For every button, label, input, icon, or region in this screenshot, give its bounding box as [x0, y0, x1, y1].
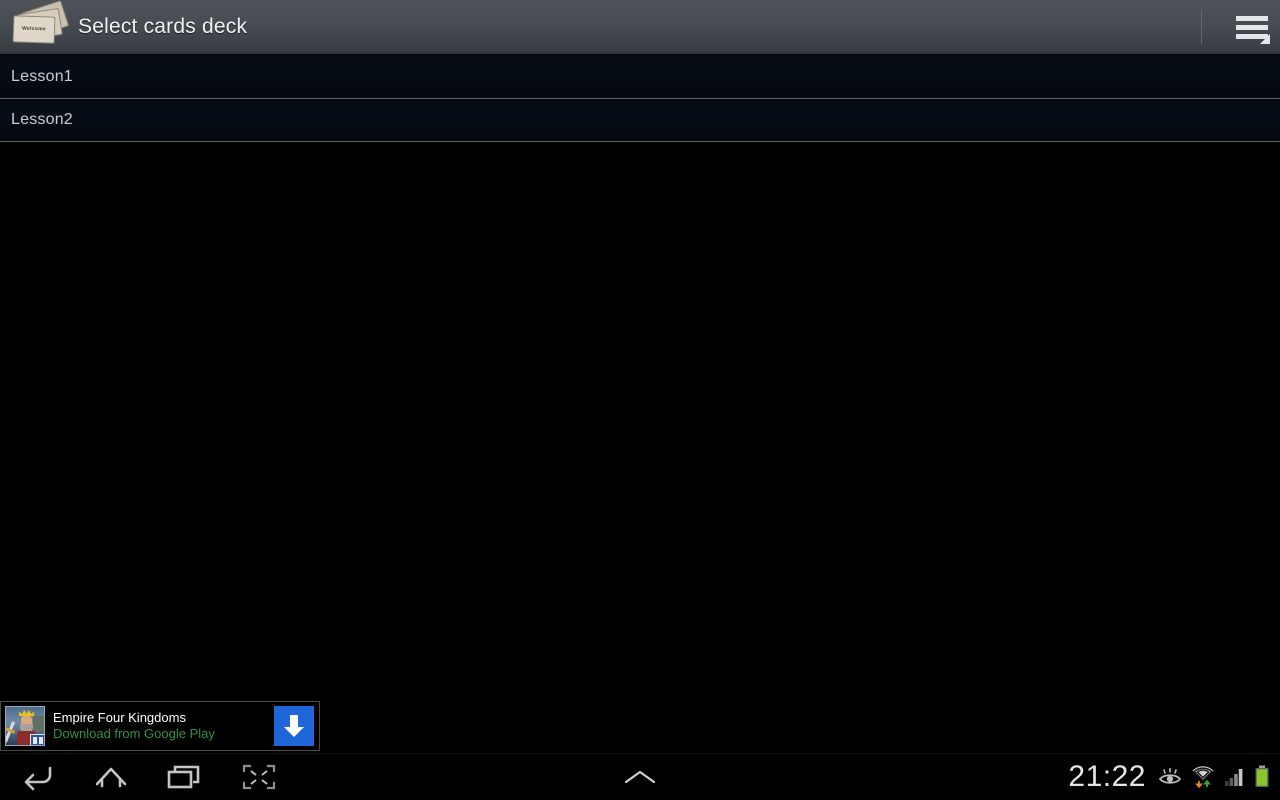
- list-item[interactable]: Lesson2: [0, 99, 1280, 142]
- action-bar: Welcome Select cards deck: [0, 0, 1280, 56]
- ad-text: Empire Four Kingdoms Download from Googl…: [53, 710, 274, 742]
- home-icon[interactable]: [74, 754, 148, 800]
- ad-subtitle: Download from Google Play: [53, 726, 215, 741]
- page-title: Select cards deck: [78, 15, 248, 38]
- recent-apps-icon[interactable]: [148, 754, 222, 800]
- empire-four-kingdoms-app-icon: [5, 706, 45, 746]
- eye-visibility-icon: [1158, 766, 1182, 788]
- list-item-label: Lesson1: [11, 68, 73, 85]
- battery-full-icon: [1254, 765, 1270, 789]
- list-item-label: Lesson2: [11, 111, 73, 128]
- overflow-menu-icon[interactable]: [1224, 0, 1280, 55]
- status-area[interactable]: 21:22: [1068, 754, 1280, 800]
- shrink-screen-icon[interactable]: [222, 754, 296, 800]
- status-clock: 21:22: [1068, 760, 1146, 793]
- action-bar-right: [1201, 0, 1280, 54]
- navigation-bar: 21:22: [0, 753, 1280, 800]
- action-bar-divider: [1201, 10, 1202, 44]
- card-front-label: Welcome: [21, 25, 47, 33]
- deck-list: Lesson1 Lesson2: [0, 56, 1280, 142]
- download-arrow-icon[interactable]: [274, 706, 314, 746]
- cellular-signal-icon: [1224, 766, 1246, 788]
- wifi-data-transfer-icon: [1190, 765, 1216, 789]
- cards-deck-icon: Welcome: [10, 0, 72, 50]
- android-screen: Welcome Select cards deck Lesson1 Lesson…: [0, 0, 1280, 800]
- back-arrow-icon[interactable]: [0, 754, 74, 800]
- chevron-up-icon[interactable]: [603, 754, 677, 800]
- list-item[interactable]: Lesson1: [0, 56, 1280, 99]
- ad-banner[interactable]: Empire Four Kingdoms Download from Googl…: [0, 701, 320, 751]
- ad-title: Empire Four Kingdoms: [53, 710, 186, 725]
